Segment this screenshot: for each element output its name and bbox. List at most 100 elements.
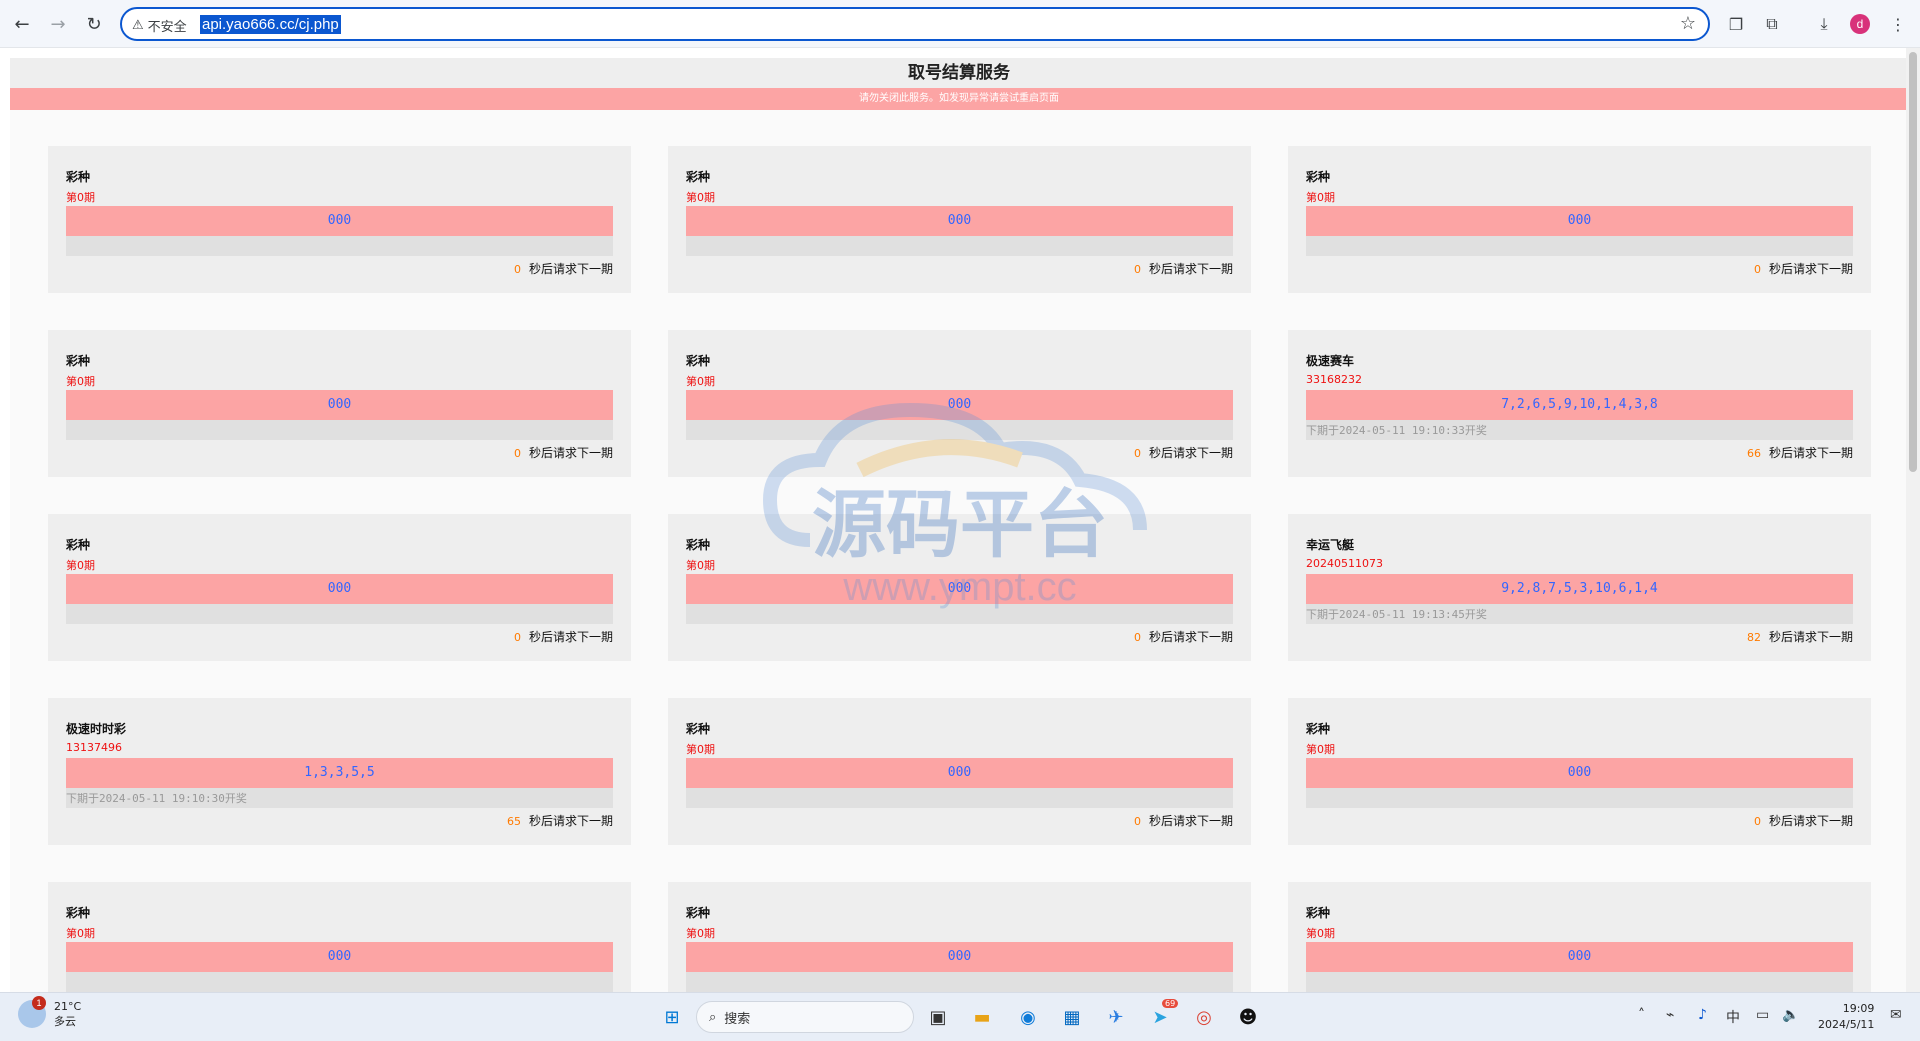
search-label: 搜索 [724,1011,751,1027]
card-issue-number: 第0期 [66,559,95,572]
card-lottery-name: 彩种 [66,906,91,920]
taskbar-search[interactable]: ⌕ 搜索 [696,1001,914,1033]
card-countdown-label: 秒后请求下一期 [1768,262,1853,276]
card-issue-number: 第0期 [686,743,715,756]
lottery-card: 彩种 第0期 000 0 秒后请求下一期 [48,514,631,661]
card-countdown-seconds: 0 [1133,815,1141,828]
arrow-left-icon: ← [14,13,30,35]
reload-button[interactable]: ↻ [80,10,108,38]
lottery-card: 彩种 第0期 000 0 秒后请求下一期 [1288,146,1871,293]
card-countdown-label: 秒后请求下一期 [528,262,613,276]
lottery-card: 彩种 第0期 000 0 秒后请求下一期 [668,330,1251,477]
card-draw-numbers: 000 [66,206,613,236]
address-bar[interactable]: ⚠ 不安全 api.yao666.cc/cj.php ☆ [120,7,1710,41]
lottery-card: 彩种 第0期 000 0 秒后请求下一期 [668,514,1251,661]
task-view-icon[interactable]: ▣ [922,1001,954,1033]
card-issue-number: 33168232 [1306,373,1362,386]
telegram-icon[interactable]: ➤ 69 [1144,999,1179,1033]
weather-widget[interactable]: 1 21°C 多云 [18,996,81,1029]
card-draw-numbers: 000 [1306,942,1853,972]
card-countdown-seconds: 0 [1753,263,1761,276]
download-icon[interactable]: ⤓ [1812,12,1836,36]
card-countdown-label: 秒后请求下一期 [1768,630,1853,644]
card-info-bar [686,604,1233,624]
windows-start-icon[interactable]: ⊞ [656,1001,688,1033]
card-lottery-name: 彩种 [686,354,711,368]
edge-browser-icon[interactable]: ◉ [1012,1001,1044,1033]
chevron-up-icon[interactable]: ˄ [1638,1007,1645,1023]
card-info-bar [66,236,613,256]
scrollbar-thumb[interactable] [1909,52,1917,472]
card-issue-number: 第0期 [1306,927,1335,940]
url-text[interactable]: api.yao666.cc/cj.php [200,15,341,34]
reload-icon: ↻ [86,13,102,35]
app-icon[interactable]: ✈ [1100,1001,1132,1033]
back-button[interactable]: ← [8,10,36,38]
card-lottery-name: 幸运飞艇 [1306,538,1355,552]
card-countdown-seconds: 0 [1133,447,1141,460]
card-lottery-name: 彩种 [686,722,711,736]
card-countdown: 0 秒后请求下一期 [514,628,613,645]
lottery-card: 极速赛车 33168232 7,2,6,5,9,10,1,4,3,8 下期于2024-… [1288,330,1871,477]
card-lottery-name: 彩种 [66,354,91,368]
security-label: 不安全 [147,20,187,35]
card-info-bar [686,788,1233,808]
weather-desc: 多云 [54,1015,76,1028]
network-icon[interactable]: ⌁ [1666,1007,1674,1023]
card-draw-numbers: 000 [66,942,613,972]
card-issue-number: 第0期 [686,559,715,572]
card-lottery-name: 极速时时彩 [66,722,127,736]
card-countdown: 82 秒后请求下一期 [1747,628,1853,645]
card-countdown-seconds: 0 [1133,631,1141,644]
lottery-card: 彩种 第0期 000 0 秒后请求下一期 [668,698,1251,845]
qq-icon[interactable]: ☻ [1232,1001,1264,1033]
card-countdown-seconds: 0 [513,263,521,276]
card-draw-numbers: 000 [686,206,1233,236]
card-lottery-name: 彩种 [686,538,711,552]
card-issue-number: 13137496 [66,741,122,754]
extensions-icon[interactable]: ⧉ [1760,12,1784,36]
card-issue-number: 20240511073 [1306,557,1383,570]
volume-icon[interactable]: 🔈 [1782,1007,1799,1023]
profile-avatar[interactable]: d [1850,14,1870,34]
file-explorer-icon[interactable]: ▬ [966,1001,998,1033]
card-countdown-seconds: 65 [506,815,521,828]
card-draw-numbers: 000 [686,574,1233,604]
system-clock[interactable]: 19:09 2024/5/11 [1818,1001,1874,1033]
card-countdown-seconds: 0 [513,631,521,644]
tab-search-icon[interactable]: ❐ [1724,12,1748,36]
forward-button[interactable]: → [44,10,72,38]
display-icon[interactable]: ▭ [1756,1007,1769,1023]
security-indicator[interactable]: ⚠ 不安全 [132,16,187,35]
card-countdown-seconds: 0 [1133,263,1141,276]
card-info-bar [1306,236,1853,256]
card-countdown-label: 秒后请求下一期 [1768,814,1853,828]
notice-banner: 请勿关闭此服务。如发现异常请尝试重启页面 [10,88,1908,110]
card-draw-numbers: 000 [66,390,613,420]
card-countdown-label: 秒后请求下一期 [528,814,613,828]
card-draw-numbers: 000 [1306,206,1853,236]
card-countdown-label: 秒后请求下一期 [528,446,613,460]
microphone-icon[interactable]: ♪ [1698,1007,1707,1023]
ime-indicator[interactable]: 中 [1726,1007,1740,1027]
menu-icon[interactable]: ⋮ [1886,12,1910,36]
card-issue-number: 第0期 [686,927,715,940]
chrome-icon[interactable]: ◎ [1188,1001,1220,1033]
notification-icon[interactable]: ✉ [1890,1007,1902,1023]
card-info-bar [1306,972,1853,992]
card-info-bar [66,604,613,624]
card-issue-number: 第0期 [66,375,95,388]
card-draw-numbers: 000 [686,390,1233,420]
lottery-card: 彩种 第0期 000 0 秒后请求下一期 [668,146,1251,293]
card-countdown-seconds: 0 [1753,815,1761,828]
card-draw-numbers: 000 [686,758,1233,788]
weather-badge: 1 [32,996,46,1010]
store-icon[interactable]: ▦ [1056,1001,1088,1033]
card-next-draw: 下期于2024-05-11 19:10:33开奖 [1306,424,1487,437]
cloud-icon: 1 [18,996,46,1028]
web-page: 取号结算服务 请勿关闭此服务。如发现异常请尝试重启页面 彩种 第0期 000 0 秒后请… [0,48,1920,1029]
card-draw-numbers: 1,3,3,5,5 [66,758,613,788]
card-lottery-name: 彩种 [1306,906,1331,920]
bookmark-star-icon[interactable]: ☆ [1680,13,1696,34]
page-scrollbar[interactable] [1906,48,1920,992]
